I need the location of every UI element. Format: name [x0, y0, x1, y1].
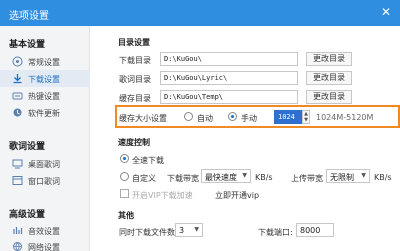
cache-dir-label: 缓存目录 [119, 94, 151, 103]
section-title-lyrics: 歌词设置 [9, 142, 46, 152]
sidebar: 基本设置 常规设置 下载设置 热键设置 软件更新 歌词设置 桌面歌词 窗口歌词 … [0, 26, 90, 251]
sidebar-item-label: 热键设置 [28, 92, 60, 101]
window-lyrics-icon [12, 176, 23, 185]
download-bandwidth-select[interactable]: 最快速度 ▼ [201, 169, 251, 183]
sidebar-item-desktop-lyrics[interactable]: 桌面歌词 [0, 155, 90, 172]
group-title-directories: 目录设置 [118, 38, 150, 47]
sidebar-item-general[interactable]: 常规设置 [0, 53, 90, 70]
download-icon [13, 74, 22, 84]
group-title-other: 其他 [118, 211, 134, 220]
upload-bandwidth-label: 上传带宽 [291, 174, 323, 183]
settings-content: 目录设置 下载目录 D:\KuGou\ 更改目录 歌词目录 D:\KuGou\L… [91, 26, 400, 251]
keyboard-icon [12, 92, 23, 100]
sidebar-item-label: 窗口歌词 [28, 177, 60, 186]
download-dir-field[interactable]: D:\KuGou\ [160, 52, 298, 66]
download-bandwidth-unit: KB/s [255, 173, 273, 182]
cache-size-highlight-box [115, 105, 400, 128]
download-port-input[interactable]: 8000 [296, 223, 334, 237]
lyrics-dir-field[interactable]: D:\KuGou\Lyric\ [160, 71, 298, 85]
lyrics-dir-change-button[interactable]: 更改目录 [306, 71, 352, 85]
chevron-down-icon: ▼ [242, 172, 247, 179]
chevron-down-icon: ▼ [361, 172, 366, 179]
network-icon [13, 242, 22, 251]
upload-bandwidth-value: 无限制 [330, 173, 354, 182]
full-speed-label: 全速下载 [132, 156, 164, 165]
custom-speed-label: 自定义 [132, 174, 156, 183]
sidebar-item-label: 音效设置 [28, 227, 60, 236]
cache-dir-field[interactable]: D:\KuGou\Temp\ [160, 90, 298, 104]
sidebar-item-label: 软件更新 [28, 109, 60, 118]
vip-accel-checkbox[interactable] [120, 189, 129, 198]
sidebar-item-hotkey[interactable]: 热键设置 [0, 87, 90, 104]
sound-effect-icon [13, 227, 23, 234]
close-icon[interactable]: ✕ [378, 4, 394, 20]
concurrent-tasks-label: 同时下载文件数: [119, 228, 178, 237]
concurrent-tasks-select[interactable]: 3 ▼ [175, 223, 203, 237]
home-icon [12, 56, 23, 67]
vip-accel-label: 开启VIP下载加速 [132, 191, 193, 200]
window-title: 选项设置 [9, 11, 49, 22]
section-title-advanced: 高级设置 [9, 210, 46, 220]
desktop-lyrics-icon [12, 159, 23, 169]
section-title-basic: 基本设置 [9, 40, 46, 50]
sidebar-item-label: 桌面歌词 [28, 160, 60, 169]
sidebar-item-update[interactable]: 软件更新 [0, 104, 90, 121]
upload-bandwidth-unit: KB/s [374, 173, 392, 182]
download-dir-label: 下载目录 [119, 56, 151, 65]
lyrics-dir-label: 歌词目录 [119, 75, 151, 84]
chevron-down-icon: ▼ [194, 226, 199, 233]
sidebar-item-label: 下载设置 [28, 75, 60, 84]
full-speed-radio[interactable] [120, 154, 129, 163]
update-icon [13, 108, 22, 117]
sidebar-item-download[interactable]: 下载设置 [0, 70, 90, 87]
sidebar-item-network[interactable]: 网络设置 [0, 238, 90, 251]
sidebar-item-label: 常规设置 [28, 58, 60, 67]
sidebar-item-sound-effects[interactable]: 音效设置 [0, 222, 90, 239]
custom-speed-radio[interactable] [120, 172, 129, 181]
sidebar-item-label: 网络设置 [28, 243, 60, 251]
vip-open-link[interactable]: 立即开通vip [215, 190, 259, 201]
download-port-label: 下载端口: [258, 228, 293, 237]
concurrent-tasks-value: 3 [179, 226, 185, 235]
upload-bandwidth-select[interactable]: 无限制 ▼ [326, 169, 370, 183]
download-bandwidth-value: 最快速度 [205, 173, 237, 182]
group-title-speed: 速度控制 [118, 138, 150, 147]
download-dir-change-button[interactable]: 更改目录 [306, 52, 352, 66]
title-bar: 选项设置 ✕ [0, 0, 400, 26]
download-bandwidth-label: 下载带宽 [167, 174, 199, 183]
sidebar-item-window-lyrics[interactable]: 窗口歌词 [0, 172, 90, 189]
cache-dir-change-button[interactable]: 更改目录 [306, 90, 352, 104]
